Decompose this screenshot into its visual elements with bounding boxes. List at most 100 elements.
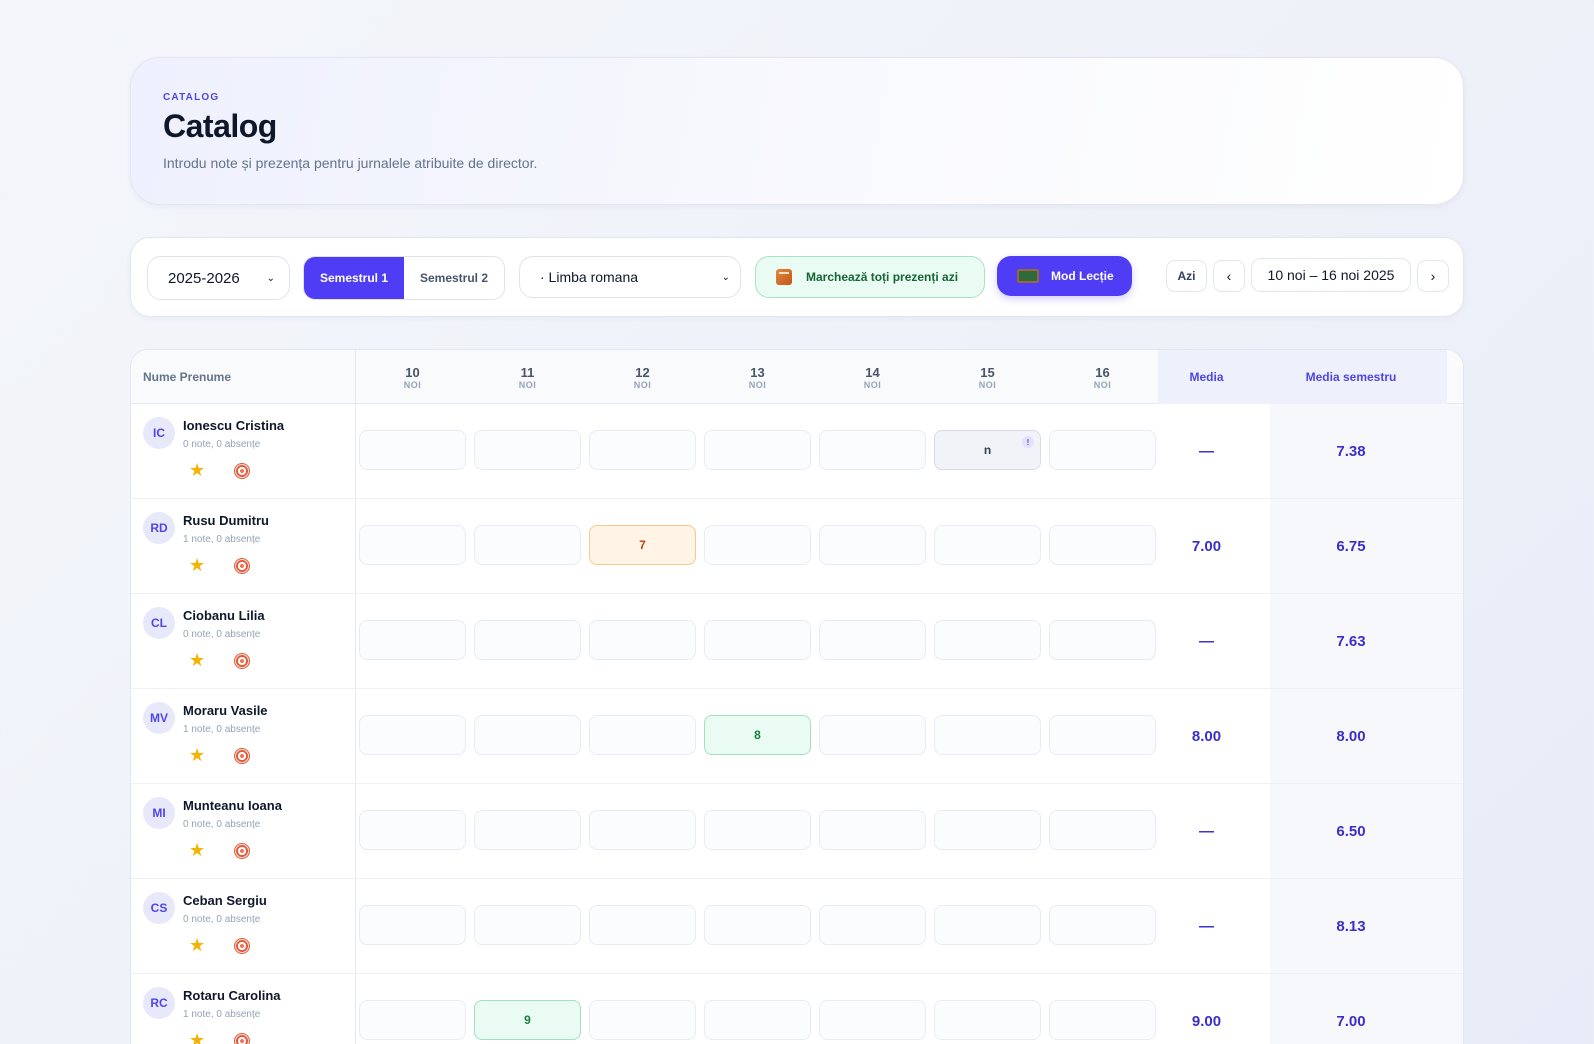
day-month: NOI [403,379,422,390]
lesson-mode-button[interactable]: Mod Lecție [997,256,1132,296]
grade-cell[interactable] [934,715,1041,755]
target-icon[interactable] [234,558,250,574]
grade-cell[interactable] [1049,525,1156,565]
grade-cell[interactable] [934,620,1041,660]
mark-all-present-button[interactable]: Marchează toți prezenți azi [755,256,985,298]
grade-cell[interactable] [589,430,696,470]
grade-cell[interactable] [359,525,466,565]
today-button[interactable]: Azi [1166,260,1207,292]
column-header-day: 11 NOI [470,350,585,404]
grades-table: Nume Prenume 10 NOI 11 NOI 12 NOI 13 NOI 14 NOI 15… [130,349,1464,1044]
lesson-mode-label: Mod Lecție [1051,269,1114,283]
grade-cell[interactable] [934,1000,1041,1040]
grade-cell[interactable] [819,905,926,945]
grade-cell[interactable] [819,430,926,470]
student-name[interactable]: Moraru Vasile [183,703,268,718]
grade-cell[interactable] [704,905,811,945]
grade-cell[interactable] [589,620,696,660]
grade-cell[interactable] [359,715,466,755]
grade-cell[interactable] [474,715,581,755]
student-name[interactable]: Ionescu Cristina [183,418,284,433]
grade-cell[interactable] [704,620,811,660]
grade-cell[interactable] [819,810,926,850]
semester-1-button[interactable]: Semestrul 1 [304,257,404,299]
grade-cell[interactable] [589,1000,696,1040]
page-title: Catalog [163,108,277,144]
star-icon[interactable]: ★ [189,555,205,575]
grade-cell[interactable] [934,810,1041,850]
grade-cell[interactable] [474,525,581,565]
student-name[interactable]: Rotaru Carolina [183,988,281,1003]
grade-cell[interactable] [474,620,581,660]
grade-cell[interactable] [359,1000,466,1040]
grade-cell[interactable] [474,430,581,470]
star-icon[interactable]: ★ [189,840,205,860]
target-icon[interactable] [234,748,250,764]
target-icon[interactable] [234,463,250,479]
grade-cell[interactable] [819,620,926,660]
star-icon[interactable]: ★ [189,935,205,955]
grade-value: 9 [524,1013,531,1027]
chalkboard-icon [1017,269,1039,283]
grade-cell[interactable] [1049,620,1156,660]
toolbar: 2025-2026 ⌄ Semestrul 1 Semestrul 2 · Li… [130,237,1464,317]
grade-cell[interactable] [704,430,811,470]
star-icon[interactable]: ★ [189,460,205,480]
grade-cell[interactable] [819,715,926,755]
grade-cell[interactable] [359,620,466,660]
table-row: CS Ceban Sergiu 0 note, 0 absențe ★ — 8.13 [131,879,1463,974]
grade-cell[interactable] [1049,810,1156,850]
student-stats: 1 note, 0 absențe [183,724,261,735]
grade-cell[interactable]: 9 [474,1000,581,1040]
star-icon[interactable]: ★ [189,650,205,670]
next-week-button[interactable]: › [1417,260,1449,292]
target-icon[interactable] [234,938,250,954]
subject-select[interactable]: · Limba romana ⌄ [519,256,741,298]
grade-cell[interactable] [359,905,466,945]
column-header-media-semestru: Media semestru [1255,350,1447,404]
grade-cell[interactable] [1049,905,1156,945]
grade-cell[interactable] [359,810,466,850]
grade-cell[interactable]: 7 [589,525,696,565]
target-icon[interactable] [234,1033,250,1044]
table-row: CL Ciobanu Lilia 0 note, 0 absențe ★ — 7.63 [131,594,1463,689]
grade-cell[interactable] [474,810,581,850]
student-name[interactable]: Ceban Sergiu [183,893,267,908]
subject-select-value: · Limba romana [540,269,639,285]
grade-cell[interactable] [589,715,696,755]
grade-cell[interactable] [474,905,581,945]
target-icon[interactable] [234,843,250,859]
grade-cell[interactable] [704,1000,811,1040]
grade-value: 7 [639,538,646,552]
grade-cell[interactable] [934,905,1041,945]
column-header-day: 12 NOI [585,350,700,404]
student-name[interactable]: Rusu Dumitru [183,513,269,528]
grade-cell[interactable] [819,1000,926,1040]
grade-cell[interactable] [359,430,466,470]
grade-cell[interactable] [1049,1000,1156,1040]
student-name[interactable]: Munteanu Ioana [183,798,282,813]
grade-cell[interactable] [819,525,926,565]
star-icon[interactable]: ★ [189,745,205,765]
mark-all-present-label: Marchează toți prezenți azi [806,270,959,284]
chevron-left-icon: ‹ [1226,268,1232,284]
year-select[interactable]: 2025-2026 ⌄ [147,256,290,300]
grade-cell[interactable]: n! [934,430,1041,470]
grade-cell[interactable] [1049,430,1156,470]
calendar-icon [776,269,792,285]
prev-week-button[interactable]: ‹ [1213,260,1245,292]
avatar: MI [143,797,175,829]
grade-cell[interactable] [934,525,1041,565]
grade-cell[interactable]: 8 [704,715,811,755]
target-icon[interactable] [234,653,250,669]
grade-cell[interactable] [704,810,811,850]
student-name[interactable]: Ciobanu Lilia [183,608,265,623]
star-icon[interactable]: ★ [189,1030,205,1044]
grade-cell[interactable] [589,810,696,850]
grade-cell[interactable] [704,525,811,565]
semester-2-button[interactable]: Semestrul 2 [404,257,504,299]
column-header-day: 10 NOI [355,350,470,404]
grade-cell[interactable] [1049,715,1156,755]
year-select-value: 2025-2026 [168,269,240,287]
grade-cell[interactable] [589,905,696,945]
